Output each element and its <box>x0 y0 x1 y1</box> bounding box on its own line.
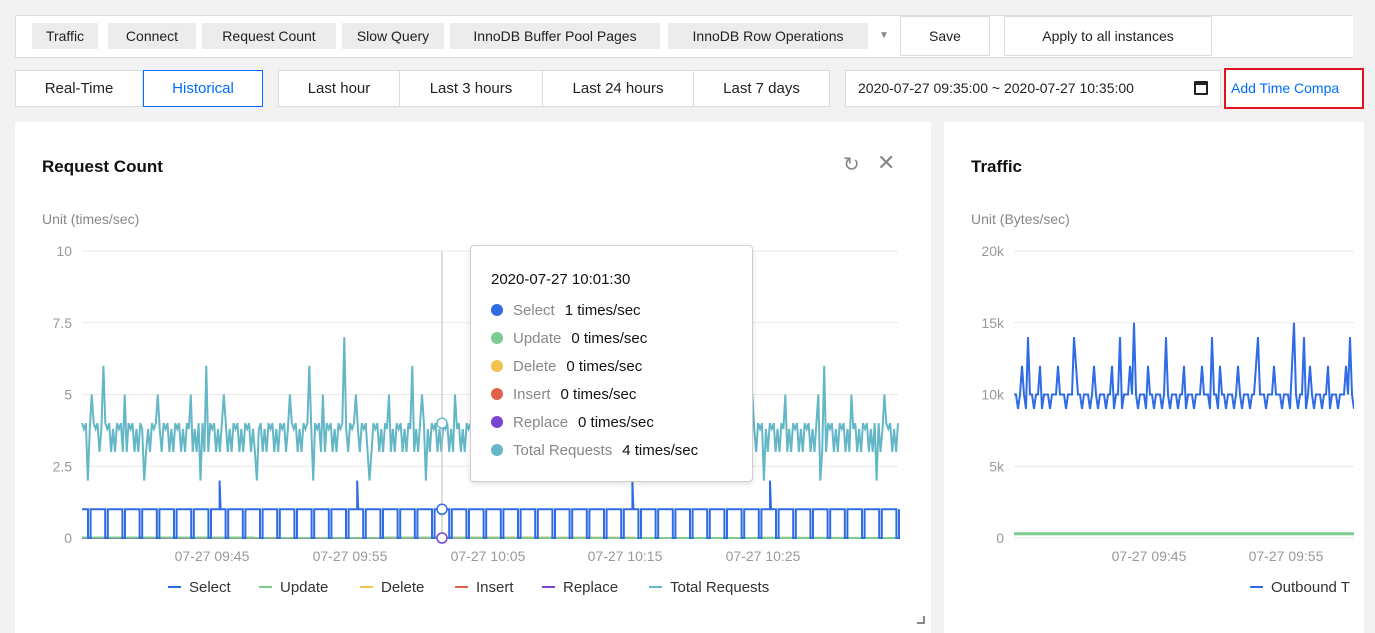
legend-select[interactable]: Select <box>168 579 231 596</box>
legend-dot-icon <box>491 388 503 400</box>
legend-dot-icon <box>491 416 503 428</box>
series-select <box>82 480 900 539</box>
x-tick-label: 07-27 10:05 <box>451 548 526 564</box>
series-outbound <box>1014 322 1354 410</box>
traffic-chart[interactable]: 0 5k 10k 15k 20k 07-27 09:45 07-27 09:55 <box>944 0 1354 633</box>
legend-dot-icon <box>491 444 503 456</box>
tooltip-row-select: Select 1 times/sec <box>491 301 641 321</box>
chart-tooltip: 2020-07-27 10:01:30 Select 1 times/sec Up… <box>470 245 753 482</box>
marker-select <box>436 503 448 516</box>
marker-replace <box>436 532 448 544</box>
y-tick-label: 10k <box>981 387 1005 403</box>
legend-dot-icon <box>491 304 503 316</box>
marker-total <box>436 417 448 429</box>
x-tick-label: 07-27 10:15 <box>588 548 663 564</box>
x-tick-label: 07-27 09:45 <box>1112 548 1187 564</box>
legend-insert[interactable]: Insert <box>455 579 514 596</box>
legend-outbound[interactable]: Outbound T <box>1250 579 1350 596</box>
y-tick-label: 7.5 <box>53 315 73 331</box>
y-tick-label: 0 <box>996 530 1004 546</box>
y-tick-label: 20k <box>981 243 1005 259</box>
x-tick-label: 07-27 09:55 <box>313 548 388 564</box>
y-tick-label: 10 <box>56 243 72 259</box>
tooltip-time: 2020-07-27 10:01:30 <box>491 271 631 288</box>
x-tick-label: 07-27 10:25 <box>726 548 801 564</box>
legend-replace[interactable]: Replace <box>542 579 618 596</box>
tooltip-row-replace: Replace 0 times/sec <box>491 413 654 433</box>
y-tick-label: 0 <box>64 530 72 546</box>
legend-dot-icon <box>491 360 503 372</box>
legend-total-requests[interactable]: Total Requests <box>649 579 769 596</box>
tooltip-row-delete: Delete 0 times/sec <box>491 357 642 377</box>
tooltip-row-update: Update 0 times/sec <box>491 329 647 349</box>
legend-dot-icon <box>491 332 503 344</box>
tooltip-row-insert: Insert 0 times/sec <box>491 385 636 405</box>
legend-update[interactable]: Update <box>259 579 328 596</box>
y-tick-label: 5 <box>64 387 72 403</box>
x-tick-label: 07-27 09:55 <box>1249 548 1324 564</box>
y-tick-label: 15k <box>981 315 1005 331</box>
legend-delete[interactable]: Delete <box>360 579 424 596</box>
tooltip-row-total: Total Requests 4 times/sec <box>491 441 698 461</box>
resize-handle[interactable] <box>917 616 925 624</box>
x-tick-label: 07-27 09:45 <box>175 548 250 564</box>
y-tick-label: 2.5 <box>53 458 73 474</box>
y-tick-label: 5k <box>989 458 1005 474</box>
